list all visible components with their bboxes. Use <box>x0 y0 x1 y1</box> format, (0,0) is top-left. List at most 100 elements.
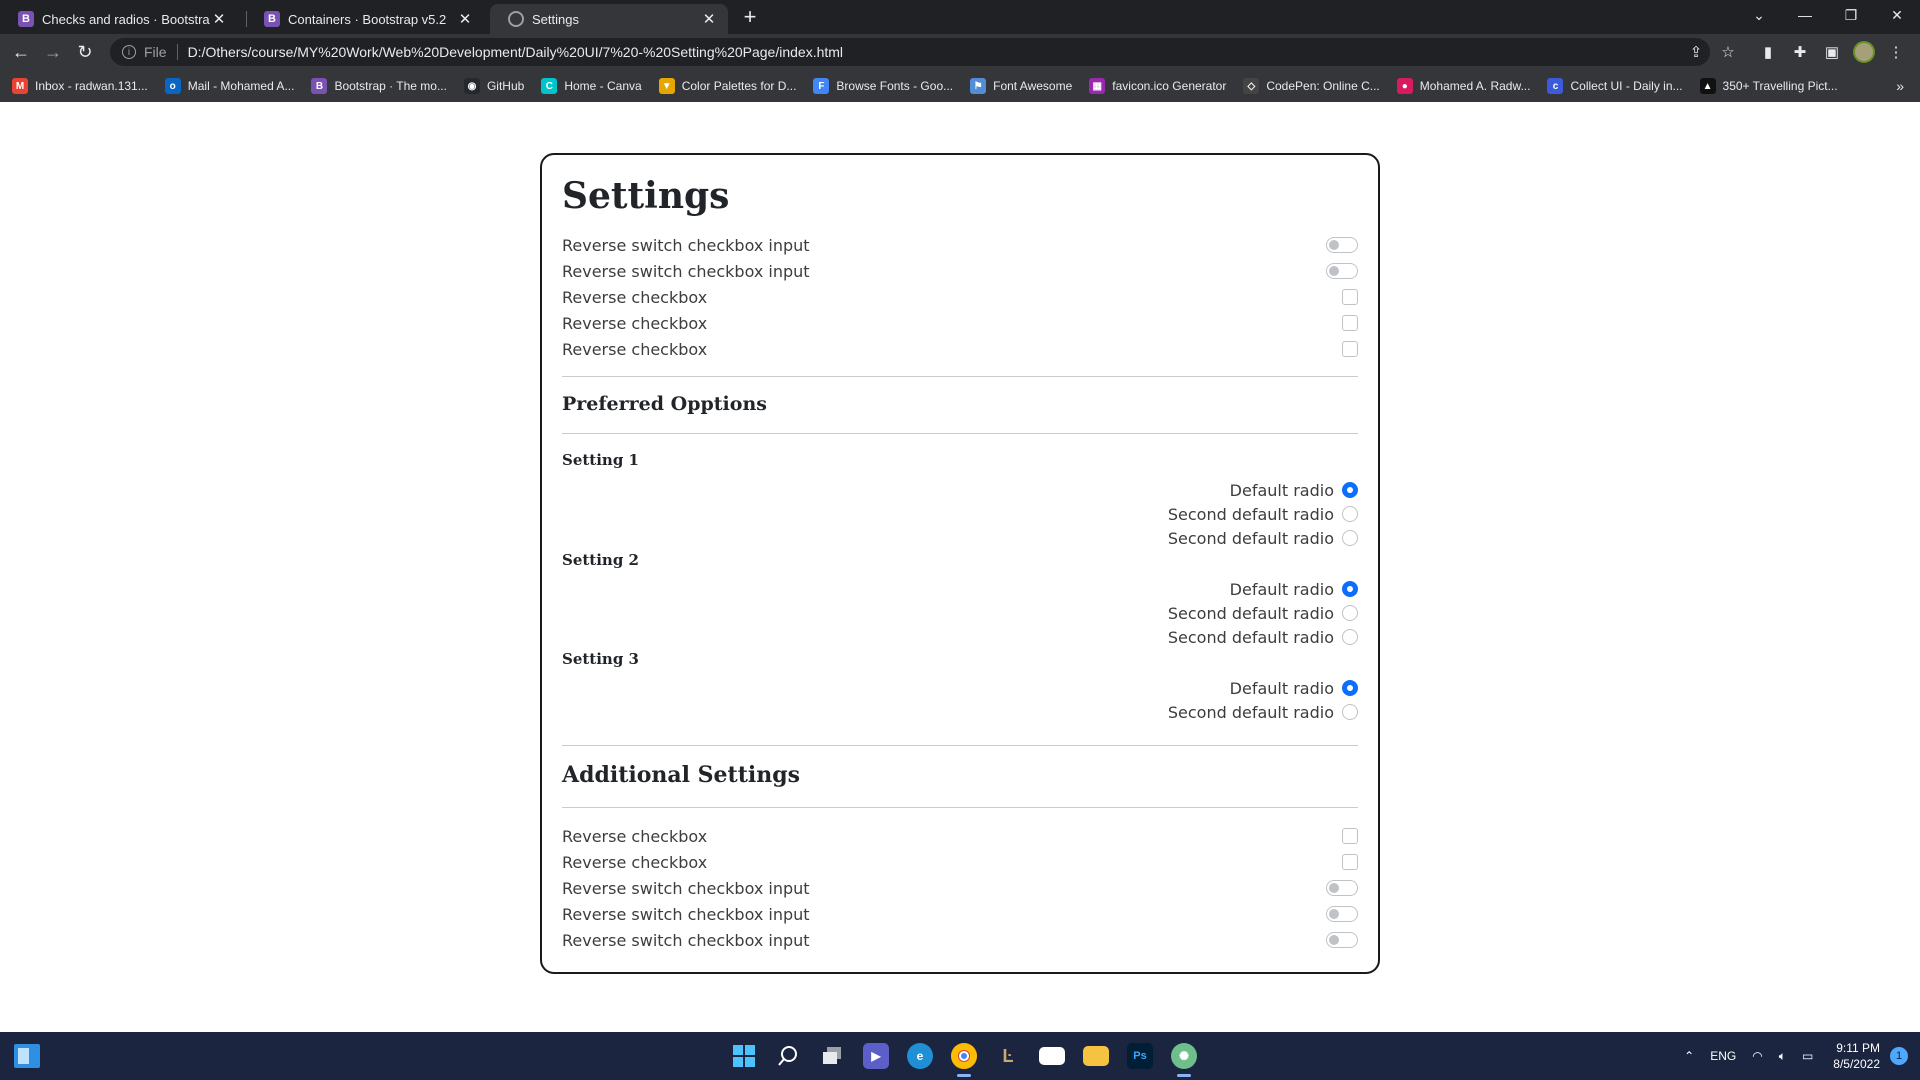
start-button[interactable] <box>722 1032 766 1080</box>
side-panel-icon[interactable]: ▣ <box>1816 34 1848 70</box>
url-text[interactable]: D:/Others/course/MY%20Work/Web%20Develop… <box>188 44 843 60</box>
bookmark-favicon-icon: ◇ <box>1243 78 1260 94</box>
profile-avatar[interactable] <box>1848 34 1880 70</box>
tab-containers[interactable]: B Containers · Bootstrap v5.2 ✕ <box>246 4 484 34</box>
checkbox[interactable] <box>1342 315 1358 331</box>
bookmark-item[interactable]: o Mail - Mohamed A... <box>164 78 295 94</box>
radio-button[interactable] <box>1342 704 1358 720</box>
radio-button[interactable] <box>1342 482 1358 498</box>
radio-row[interactable]: Default radio <box>562 576 1358 602</box>
option-row[interactable]: Reverse switch checkbox input <box>562 901 1358 927</box>
bookmark-item[interactable]: ● Mohamed A. Radw... <box>1396 78 1530 94</box>
tab-label: Checks and radios · Bootstrap v5. <box>42 11 210 27</box>
extension-pin-icon[interactable]: ▮ <box>1752 34 1784 70</box>
option-label: Reverse switch checkbox input <box>562 261 810 281</box>
close-icon[interactable]: ✕ <box>210 10 228 28</box>
close-icon[interactable]: ✕ <box>700 10 718 28</box>
option-row[interactable]: Reverse checkbox <box>562 823 1358 849</box>
restore-button[interactable]: ❐ <box>1828 0 1874 30</box>
bookmark-item[interactable]: ▲ 350+ Travelling Pict... <box>1699 78 1838 94</box>
close-window-button[interactable]: ✕ <box>1874 0 1920 30</box>
radio-row[interactable]: Second default radio <box>562 600 1358 626</box>
task-view-button[interactable] <box>810 1032 854 1080</box>
radio-button[interactable] <box>1342 506 1358 522</box>
bookmark-item[interactable]: c Collect UI - Daily in... <box>1547 78 1683 94</box>
notification-badge[interactable]: 1 <box>1890 1047 1908 1065</box>
search-button[interactable] <box>766 1032 810 1080</box>
forward-icon[interactable]: → <box>40 39 66 65</box>
radio-button[interactable] <box>1342 581 1358 597</box>
option-row[interactable]: Reverse checkbox <box>562 284 1358 310</box>
radio-row[interactable]: Default radio <box>562 477 1358 503</box>
option-row[interactable]: Reverse switch checkbox input <box>562 927 1358 953</box>
close-icon[interactable]: ✕ <box>456 10 474 28</box>
info-icon[interactable]: i <box>122 45 136 59</box>
toggle-switch[interactable] <box>1326 906 1358 922</box>
puzzle-icon[interactable]: ✚ <box>1784 34 1816 70</box>
toggle-switch[interactable] <box>1326 932 1358 948</box>
address-bar[interactable]: i File D:/Others/course/MY%20Work/Web%20… <box>110 38 1710 66</box>
option-row[interactable]: Reverse checkbox <box>562 336 1358 362</box>
bookmark-item[interactable]: C Home - Canva <box>541 78 642 94</box>
checkbox[interactable] <box>1342 289 1358 305</box>
checkbox[interactable] <box>1342 854 1358 870</box>
tab-settings[interactable]: Settings ✕ <box>490 4 728 34</box>
teams-chat-button[interactable]: ▶ <box>854 1032 898 1080</box>
checkbox[interactable] <box>1342 828 1358 844</box>
bookmark-item[interactable]: F Browse Fonts - Goo... <box>813 78 953 94</box>
radio-button[interactable] <box>1342 680 1358 696</box>
wifi-icon[interactable]: ◠ <box>1752 1049 1762 1063</box>
bookmark-item[interactable]: M Inbox - radwan.131... <box>12 78 148 94</box>
edge-button[interactable]: e <box>898 1032 942 1080</box>
tab-search-icon[interactable]: ⌄ <box>1736 0 1782 30</box>
chrome-button[interactable] <box>942 1032 986 1080</box>
back-icon[interactable]: ← <box>8 39 34 65</box>
star-icon[interactable]: ☆ <box>1712 34 1744 70</box>
option-row[interactable]: Reverse switch checkbox input <box>562 232 1358 258</box>
menu-icon[interactable]: ⋮ <box>1880 34 1912 70</box>
bookmark-item[interactable]: ⚑ Font Awesome <box>970 78 1072 94</box>
file-explorer-button[interactable] <box>1074 1032 1118 1080</box>
option-row[interactable]: Reverse switch checkbox input <box>562 258 1358 284</box>
chatgpt-button[interactable]: ✺ <box>1162 1032 1206 1080</box>
radio-button[interactable] <box>1342 530 1358 546</box>
photoshop-button[interactable]: Ps <box>1118 1032 1162 1080</box>
radio-row[interactable]: Second default radio <box>562 699 1358 725</box>
battery-icon[interactable]: ▭ <box>1802 1049 1813 1063</box>
bookmark-item[interactable]: ◉ GitHub <box>463 78 524 94</box>
language-indicator[interactable]: ENG <box>1710 1049 1736 1063</box>
radio-row[interactable]: Second default radio <box>562 525 1358 551</box>
toggle-switch[interactable] <box>1326 263 1358 279</box>
windows-icon <box>731 1043 757 1069</box>
bookmark-label: Mail - Mohamed A... <box>187 79 295 93</box>
volume-icon[interactable]: 🔈︎ <box>1779 1049 1786 1064</box>
bookmark-item[interactable]: ▦ favicon.ico Generator <box>1089 78 1226 94</box>
share-icon[interactable]: ⇪ <box>1680 34 1712 70</box>
toggle-switch[interactable] <box>1326 237 1358 253</box>
option-row[interactable]: Reverse switch checkbox input <box>562 875 1358 901</box>
bookmark-item[interactable]: ▼ Color Palettes for D... <box>658 78 796 94</box>
clock[interactable]: 9:11 PM 8/5/2022 <box>1833 1040 1880 1072</box>
tab-checks-and-radios[interactable]: B Checks and radios · Bootstrap v5. ✕ <box>0 4 238 34</box>
option-row[interactable]: Reverse checkbox <box>562 849 1358 875</box>
bookmark-favicon-icon: C <box>541 78 558 94</box>
app-button[interactable]: Ŀ <box>986 1032 1030 1080</box>
checkbox[interactable] <box>1342 341 1358 357</box>
radio-row[interactable]: Default radio <box>562 675 1358 701</box>
new-tab-button[interactable]: + <box>738 6 762 30</box>
radio-button[interactable] <box>1342 629 1358 645</box>
minimize-button[interactable]: — <box>1782 0 1828 30</box>
bookmark-item[interactable]: ◇ CodePen: Online C... <box>1243 78 1380 94</box>
widgets-icon[interactable] <box>14 1044 40 1068</box>
more-bookmarks-icon[interactable]: » <box>1896 70 1904 102</box>
bookmark-item[interactable]: B Bootstrap · The mo... <box>311 78 447 94</box>
taskbar: ▶ e Ŀ Ps ✺ ⌃ ENG ◠ 🔈︎ ▭ 9:11 PM 8/5/2022… <box>0 1032 1920 1080</box>
reload-icon[interactable]: ↻ <box>72 39 98 65</box>
chevron-up-icon[interactable]: ⌃ <box>1684 1049 1694 1063</box>
radio-row[interactable]: Second default radio <box>562 501 1358 527</box>
window-app-button[interactable] <box>1030 1032 1074 1080</box>
option-row[interactable]: Reverse checkbox <box>562 310 1358 336</box>
radio-row[interactable]: Second default radio <box>562 624 1358 650</box>
radio-button[interactable] <box>1342 605 1358 621</box>
toggle-switch[interactable] <box>1326 880 1358 896</box>
